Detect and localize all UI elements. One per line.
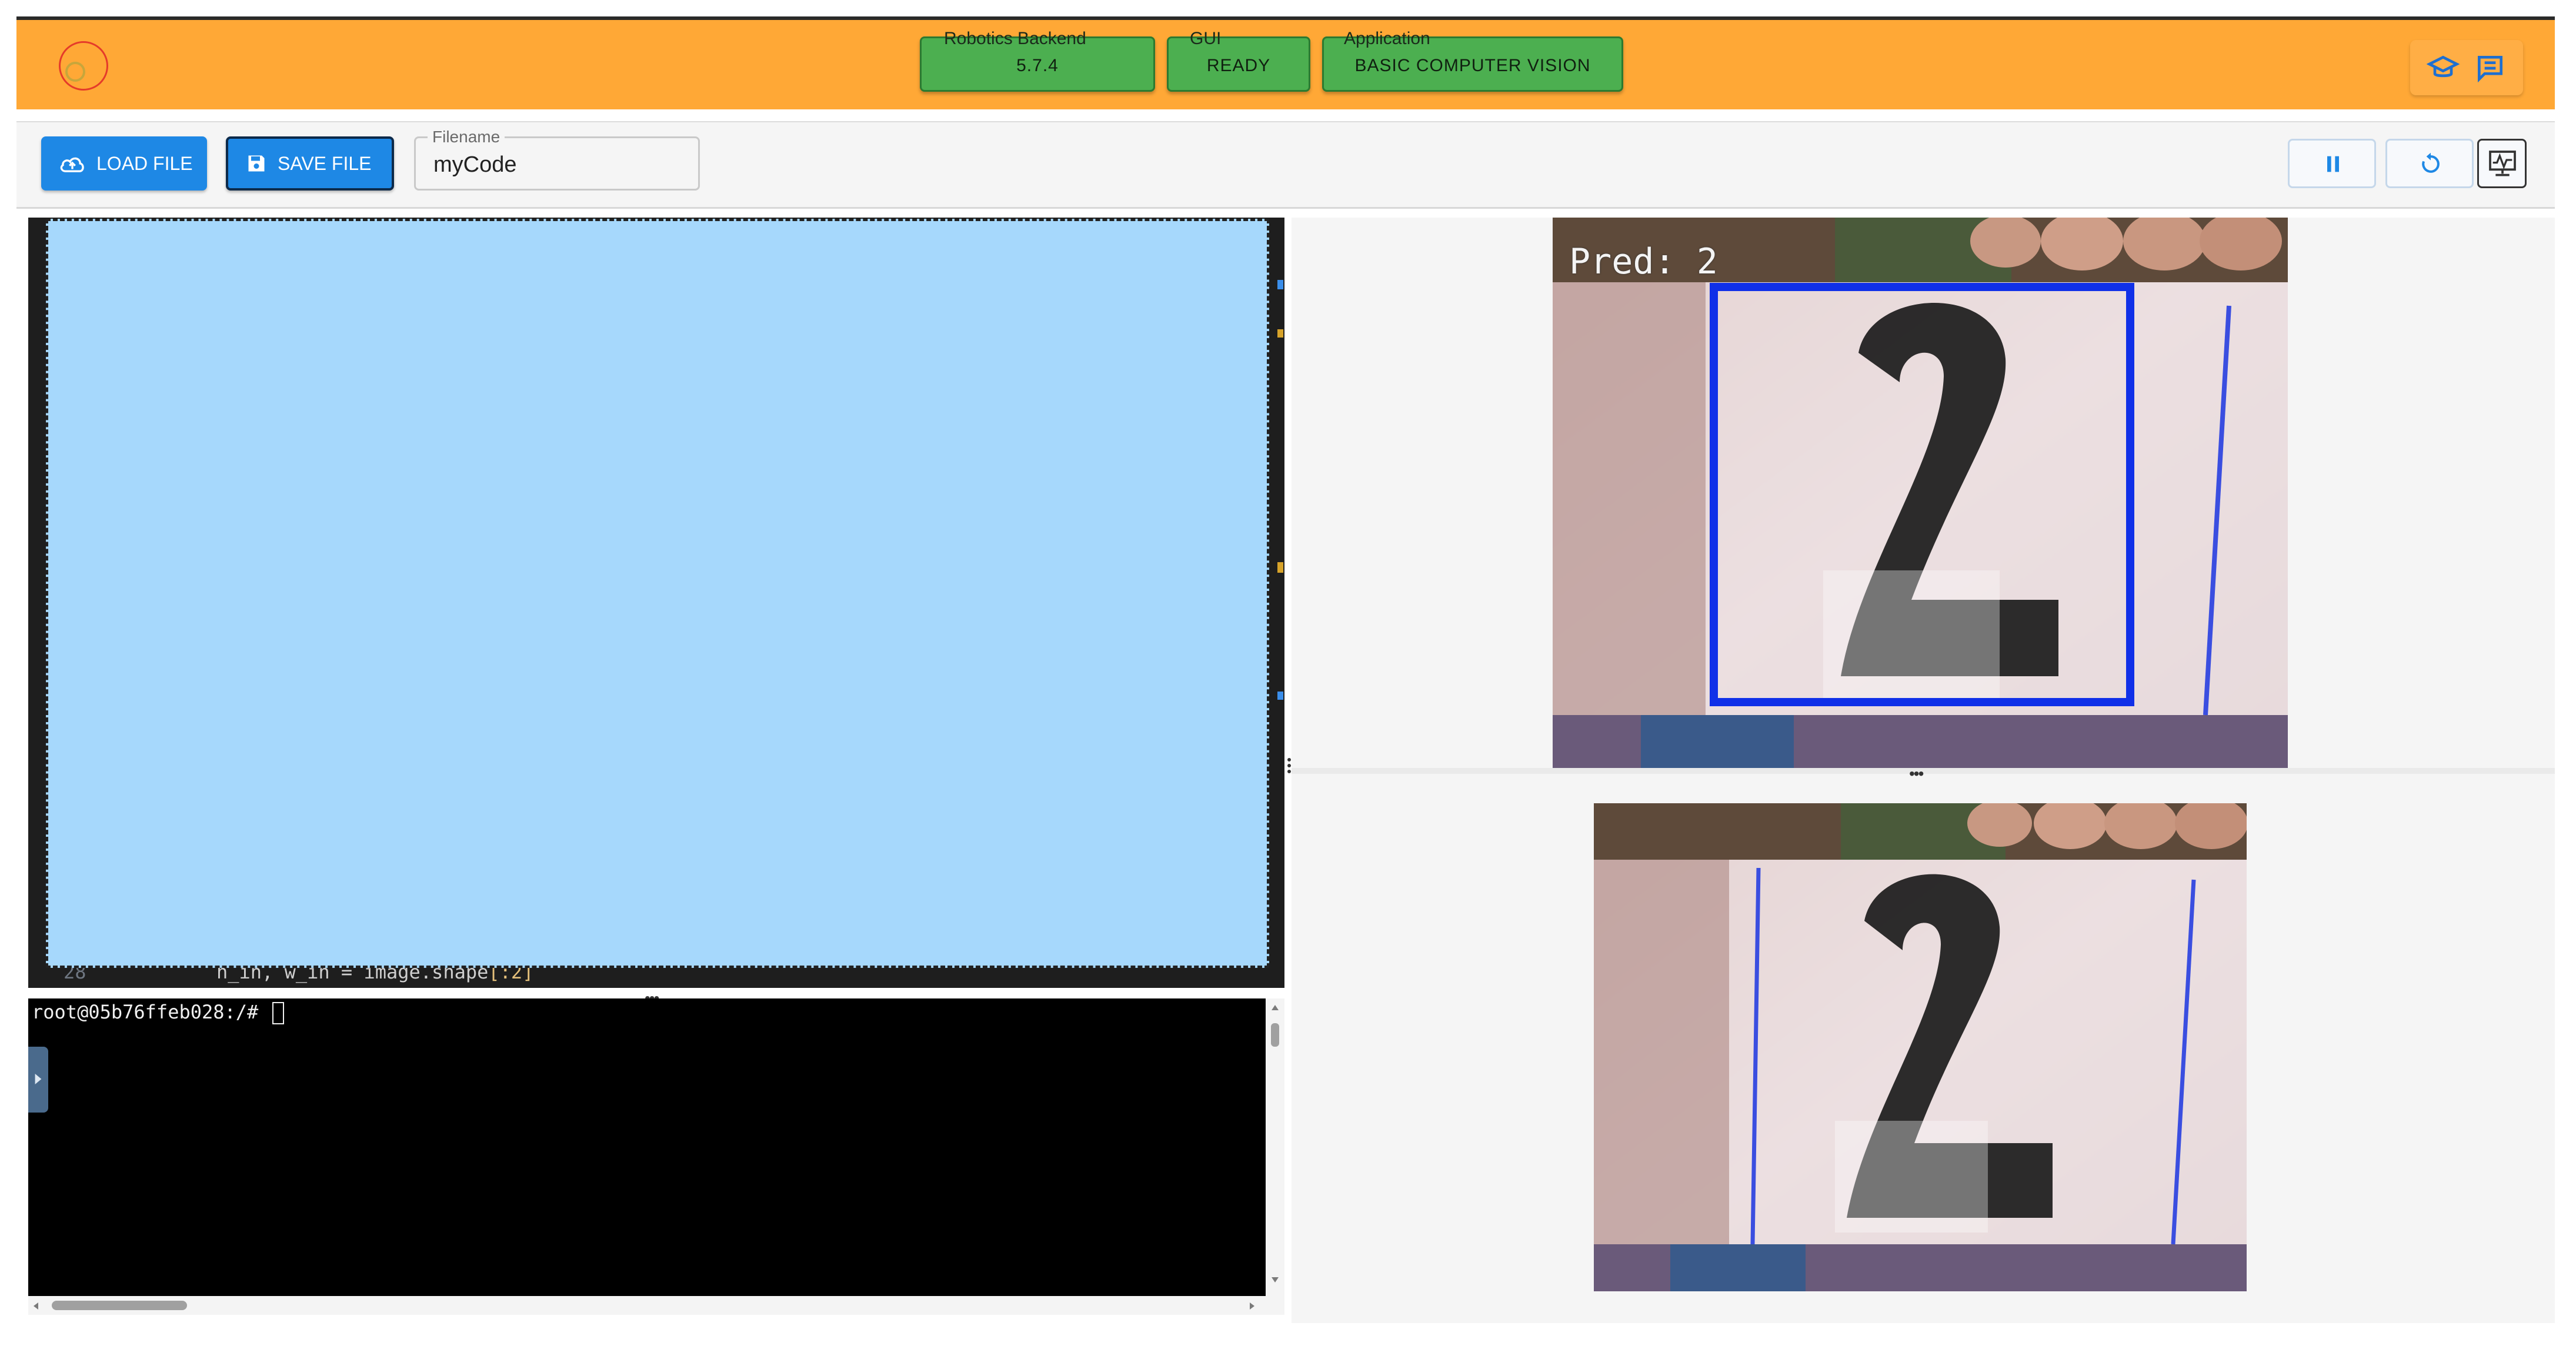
- editor-selection-overlay: [46, 219, 1269, 968]
- monitor-icon: [2489, 151, 2516, 176]
- scroll-up-icon[interactable]: [1270, 1003, 1280, 1011]
- prediction-label: Pred: 2: [1569, 241, 1718, 282]
- status-label: GUI: [1190, 29, 1222, 48]
- save-file-button[interactable]: SAVE FILE: [226, 136, 394, 191]
- load-file-button[interactable]: LOAD FILE: [41, 136, 207, 191]
- raw-image: [1594, 803, 2247, 1291]
- filename-input[interactable]: myCode: [433, 152, 517, 178]
- status-label: Application: [1344, 29, 1430, 48]
- terminal-side-tab[interactable]: [28, 1047, 48, 1113]
- monitor-button[interactable]: [2477, 139, 2527, 188]
- logo[interactable]: [59, 41, 108, 91]
- scroll-left-icon[interactable]: [32, 1301, 40, 1311]
- scrollbar-thumb[interactable]: [52, 1301, 187, 1310]
- scroll-marker: [1277, 280, 1283, 289]
- graduation-cap-icon[interactable]: [2427, 52, 2460, 85]
- scroll-marker: [1277, 562, 1283, 573]
- cloud-upload-icon: [60, 157, 84, 172]
- panel-divider: [1292, 768, 2555, 774]
- chat-icon[interactable]: [2474, 52, 2507, 85]
- reset-icon: [2422, 152, 2440, 173]
- scroll-down-icon[interactable]: [1270, 1276, 1280, 1284]
- scroll-right-icon[interactable]: [1248, 1301, 1256, 1311]
- vertical-split-handle[interactable]: [1287, 757, 1292, 774]
- terminal-prompt: root@05b76ffeb028:/#: [32, 1001, 259, 1023]
- toolbar: [16, 121, 2555, 209]
- status-value: BASIC COMPUTER VISION: [1354, 56, 1591, 75]
- status-gui: GUI READY: [1167, 29, 1310, 92]
- terminal[interactable]: root@05b76ffeb028:/#: [28, 998, 1266, 1296]
- filename-label: Filename: [428, 128, 505, 146]
- vertical-scrollbar[interactable]: [1266, 998, 1284, 1296]
- status-application: Application BASIC COMPUTER VISION: [1322, 29, 1623, 92]
- horizontal-scrollbar[interactable]: [28, 1296, 1284, 1315]
- play-icon: [35, 1074, 42, 1084]
- pause-icon: [2327, 156, 2339, 172]
- status-label: Robotics Backend: [944, 29, 1086, 48]
- terminal-line: root@05b76ffeb028:/#: [32, 1001, 284, 1024]
- status-robotics-backend: Robotics Backend 5.7.4: [920, 29, 1155, 92]
- filename-field[interactable]: Filename myCode: [414, 128, 700, 191]
- scroll-marker: [1277, 329, 1283, 338]
- reset-button[interactable]: [2385, 139, 2474, 188]
- camera-frame-annotated: [1553, 218, 2288, 768]
- terminal-cursor: [272, 1002, 284, 1024]
- scrollbar-thumb[interactable]: [1271, 1023, 1279, 1047]
- camera-frame-raw: [1594, 803, 2247, 1291]
- pause-button[interactable]: [2288, 139, 2376, 188]
- floppy-disk-icon: [248, 155, 265, 172]
- save-file-label: SAVE FILE: [278, 152, 372, 174]
- status-value: READY: [1206, 56, 1271, 75]
- processed-image: Pred: 2: [1553, 218, 2288, 768]
- status-value: 5.7.4: [1016, 56, 1059, 75]
- header-actions: [2410, 40, 2523, 95]
- scroll-marker: [1277, 692, 1283, 700]
- load-file-label: LOAD FILE: [96, 152, 193, 174]
